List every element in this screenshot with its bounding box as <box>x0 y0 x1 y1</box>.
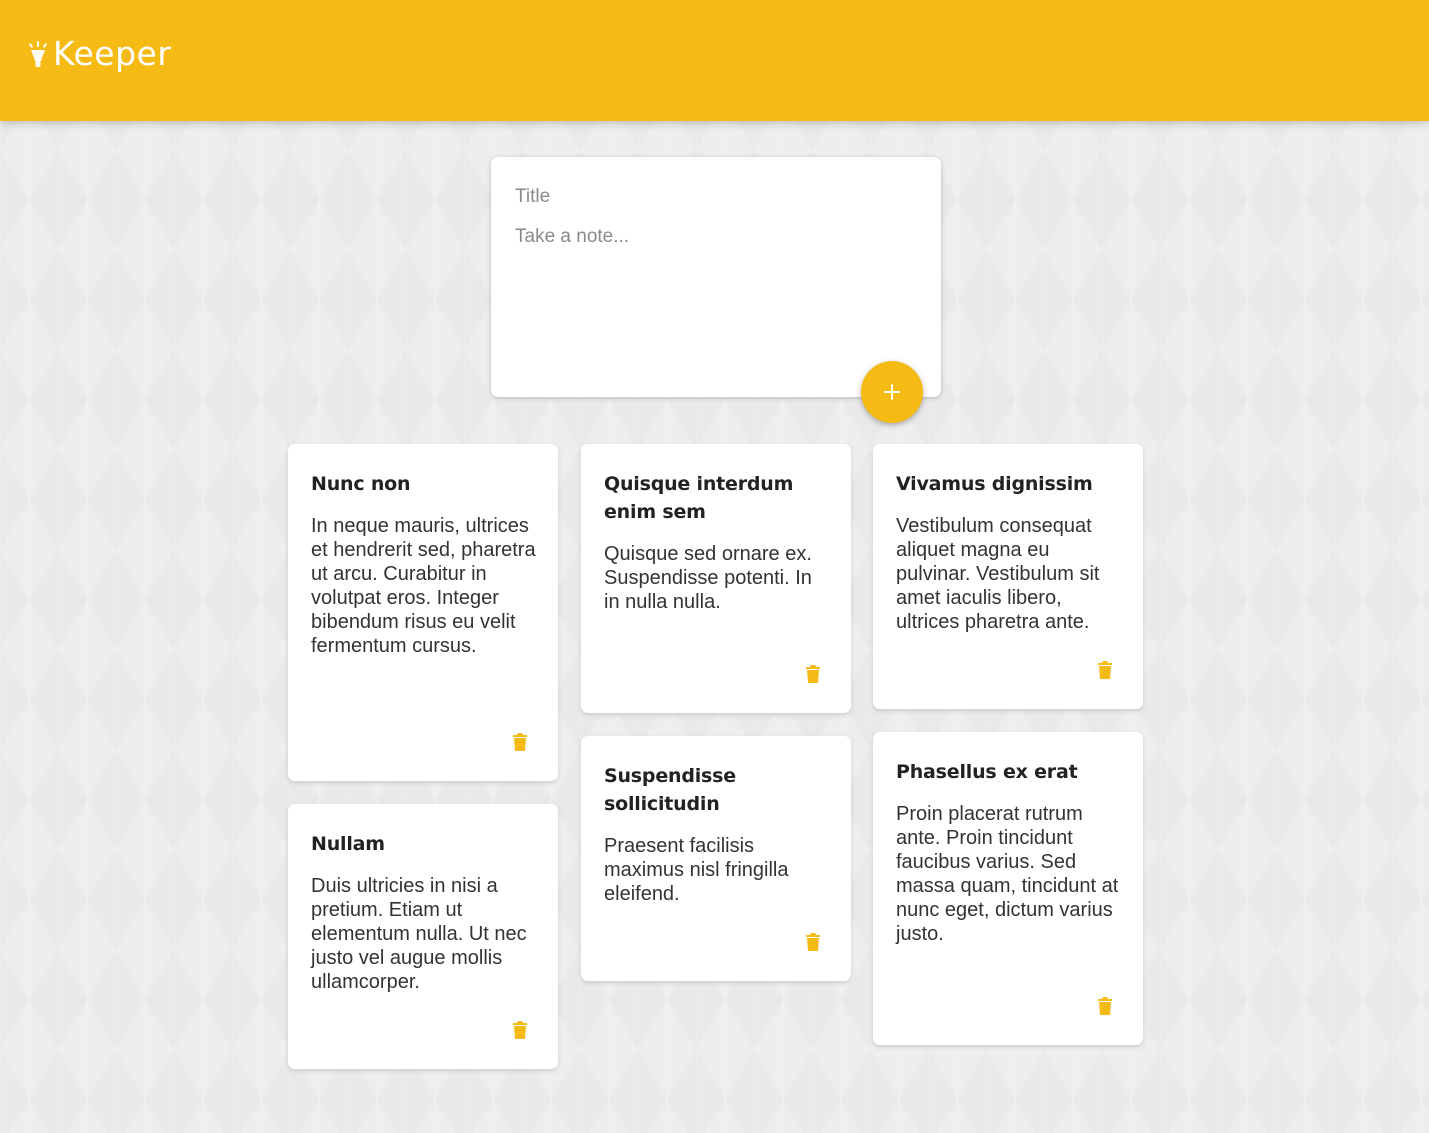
plus-icon <box>884 384 900 400</box>
note-content: Proin placerat rutrum ante. Proin tincid… <box>896 803 1119 945</box>
delete-note-button[interactable] <box>1093 993 1117 1019</box>
delete-note-button[interactable] <box>508 729 532 755</box>
trash-icon <box>806 933 820 951</box>
note-card: Nullam Duis ultricies in nisi a pretium.… <box>288 804 558 1069</box>
note-composer <box>491 157 941 397</box>
trash-icon <box>1098 997 1112 1015</box>
note-content: Praesent facilisis maximus nisl fringill… <box>604 835 789 905</box>
note-title: Vivamus dignissim <box>896 473 1093 495</box>
trash-icon <box>806 665 820 683</box>
note-title: Nullam <box>311 833 385 855</box>
note-title: Phasellus ex erat <box>896 761 1078 783</box>
delete-note-button[interactable] <box>508 1017 532 1043</box>
note-content-input[interactable] <box>515 226 915 366</box>
note-title: Quisque interdum enim sem <box>604 473 794 523</box>
add-note-button[interactable] <box>861 361 923 423</box>
note-card: Nunc non In neque mauris, ultrices et he… <box>288 444 558 781</box>
delete-note-button[interactable] <box>801 929 825 955</box>
note-content: Duis ultricies in nisi a pretium. Etiam … <box>311 875 527 993</box>
note-card: Phasellus ex erat Proin placerat rutrum … <box>873 732 1143 1045</box>
note-content: In neque mauris, ultrices et hendrerit s… <box>311 515 536 657</box>
lightbulb-icon <box>29 40 47 67</box>
app-title: Keeper <box>53 34 172 73</box>
title-input[interactable] <box>515 184 915 210</box>
app-header: Keeper <box>0 0 1429 121</box>
note-card: Suspendisse sollicitudin Praesent facili… <box>581 736 851 981</box>
note-content: Quisque sed ornare ex. Suspendisse poten… <box>604 543 812 613</box>
brand: Keeper <box>27 34 171 73</box>
delete-note-button[interactable] <box>1093 657 1117 683</box>
note-title: Nunc non <box>311 473 411 495</box>
note-content: Vestibulum consequat aliquet magna eu pu… <box>896 515 1100 633</box>
delete-note-button[interactable] <box>801 661 825 687</box>
trash-icon <box>1098 661 1112 679</box>
note-card: Vivamus dignissim Vestibulum consequat a… <box>873 444 1143 709</box>
note-card: Quisque interdum enim sem Quisque sed or… <box>581 444 851 713</box>
trash-icon <box>513 1021 527 1039</box>
trash-icon <box>513 733 527 751</box>
note-title: Suspendisse sollicitudin <box>604 765 736 815</box>
